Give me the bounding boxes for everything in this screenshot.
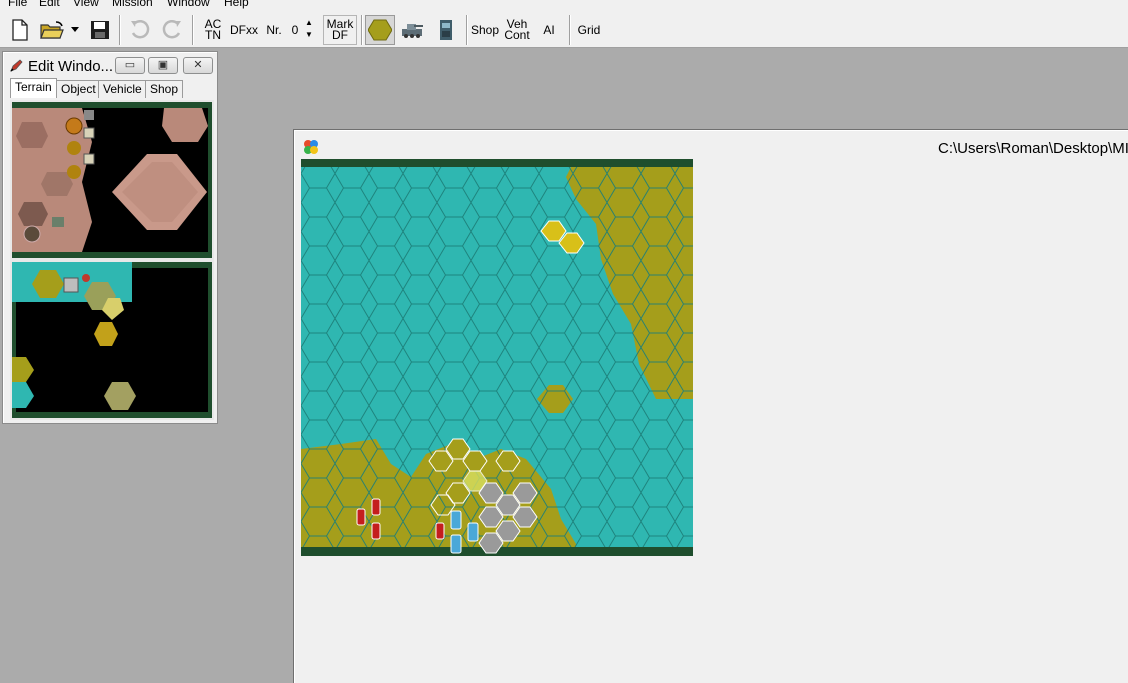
veh-cont-label-2: Cont: [504, 28, 530, 42]
hex-map[interactable]: [301, 159, 693, 556]
grid-button[interactable]: Grid: [574, 15, 604, 45]
toolbar-separator: [361, 15, 363, 45]
nr-spinner[interactable]: ▲ ▼: [304, 17, 314, 41]
tab-shop[interactable]: Shop: [145, 80, 184, 98]
toolbar-separator: [569, 15, 571, 45]
actn-label-2: TN: [205, 28, 221, 42]
shop-button[interactable]: Shop: [470, 15, 500, 45]
hex-map-canvas[interactable]: [301, 159, 693, 556]
veh-cont-button[interactable]: Veh Cont: [502, 15, 532, 45]
redo-button[interactable]: [158, 15, 186, 45]
dfxx-label: DFxx: [230, 22, 258, 37]
edit-window-title: Edit Windo...: [28, 58, 114, 75]
toolbar: AC TN DFxx Nr. 0 ▲ ▼ Mark DF Shop Veh Co…: [0, 10, 1128, 48]
restore-button[interactable]: ▣: [148, 57, 178, 74]
tab-object[interactable]: Object: [56, 80, 101, 98]
new-document-icon: [12, 19, 28, 41]
ai-button[interactable]: AI: [534, 15, 564, 45]
menu-view[interactable]: View: [73, 0, 99, 9]
menu-mission[interactable]: Mission: [112, 0, 153, 9]
open-dropdown[interactable]: [68, 15, 82, 45]
unit-mode-button[interactable]: [397, 15, 427, 45]
grid-label: Grid: [577, 22, 601, 37]
new-button[interactable]: [6, 15, 34, 45]
tab-terrain[interactable]: Terrain: [10, 78, 57, 98]
spin-up-icon[interactable]: ▲: [304, 17, 314, 29]
edit-window: Edit Windo... ▭ ▣ ✕ Terrain Object Vehic…: [2, 51, 218, 424]
tab-vehicle[interactable]: Vehicle: [98, 80, 147, 98]
menu-file[interactable]: File: [8, 0, 27, 9]
chevron-down-icon: [71, 27, 79, 32]
redo-icon: [162, 20, 181, 39]
spin-down-icon[interactable]: ▼: [304, 29, 314, 41]
pencil-icon: [10, 59, 23, 72]
undo-button[interactable]: [126, 15, 154, 45]
menu-bar: File Edit View Mission Window Help: [0, 0, 1128, 10]
building-mode-button[interactable]: [431, 15, 461, 45]
minimize-button[interactable]: ▭: [115, 57, 145, 74]
actn-button[interactable]: AC TN: [199, 15, 227, 45]
menu-help[interactable]: Help: [224, 0, 249, 9]
save-button[interactable]: [86, 15, 114, 45]
open-button[interactable]: [37, 15, 67, 45]
toolbar-separator: [119, 15, 121, 45]
menu-edit[interactable]: Edit: [39, 0, 60, 9]
menu-window[interactable]: Window: [167, 0, 210, 9]
ai-label: AI: [543, 22, 555, 37]
mark-df-label-2: DF: [332, 28, 348, 42]
floppy-disk-icon: [91, 21, 109, 39]
app-icon: [304, 140, 318, 154]
mission-window-title: C:\Users\Roman\Desktop\MI: [938, 140, 1128, 157]
nr-value[interactable]: 0: [287, 15, 303, 45]
toolbar-separator: [192, 15, 194, 45]
toolbar-separator: [466, 15, 468, 45]
open-folder-icon: [40, 21, 64, 39]
undo-icon: [131, 20, 150, 39]
terrain-palette-upper-tiles: [12, 102, 212, 258]
terrain-palette-lower-tiles: [12, 262, 212, 418]
mark-df-button[interactable]: Mark DF: [323, 15, 357, 45]
building-icon: [440, 20, 452, 40]
terrain-palette-lower[interactable]: [10, 260, 214, 420]
dfxx-button[interactable]: DFxx: [229, 15, 259, 45]
edit-window-titlebar[interactable]: Edit Windo... ▭ ▣ ✕: [7, 55, 213, 77]
shop-label: Shop: [470, 22, 500, 37]
tank-unit-icon: [402, 24, 423, 38]
terrain-palette-upper[interactable]: [10, 100, 214, 260]
terrain-mode-button[interactable]: [365, 15, 395, 45]
terrain-hex-icon: [368, 19, 392, 41]
close-button[interactable]: ✕: [183, 57, 213, 74]
nr-label: Nr.: [266, 22, 282, 37]
